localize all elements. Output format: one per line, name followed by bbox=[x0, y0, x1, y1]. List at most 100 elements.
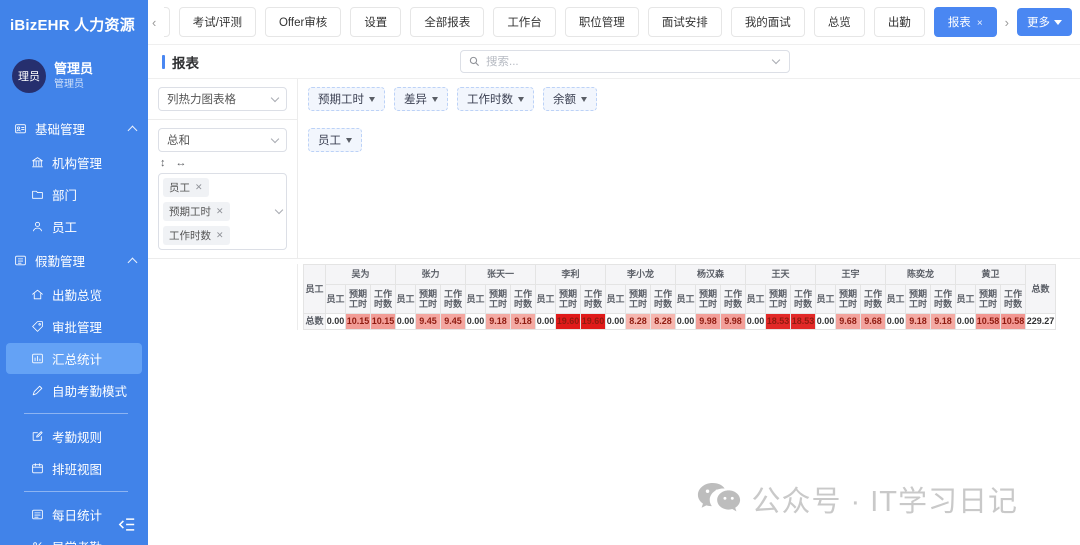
measure-header: 员工 bbox=[676, 285, 696, 313]
move-vertical-icon[interactable]: ↕ bbox=[160, 157, 166, 169]
sidebar-item-label: 每日统计 bbox=[52, 505, 102, 524]
tab-总览[interactable]: 总览 bbox=[814, 7, 865, 37]
heat-value-cell: 10.58 bbox=[976, 313, 1001, 329]
employee-header: 张力 bbox=[396, 265, 466, 285]
employee-header: 杨汉森 bbox=[676, 265, 746, 285]
chevron-down-icon bbox=[271, 93, 279, 101]
measure-header: 员工 bbox=[816, 285, 836, 313]
measure-header: 预期工时 bbox=[626, 285, 651, 313]
tab-考试/评测[interactable]: 考试/评测 bbox=[179, 7, 256, 37]
tab-面试安排[interactable]: 面试安排 bbox=[648, 7, 722, 37]
tabs-scroll-right-icon[interactable]: › bbox=[1003, 15, 1011, 30]
sidebar-group-0[interactable]: 基础管理 bbox=[0, 111, 148, 146]
more-tabs-label: 更多 bbox=[1027, 14, 1050, 30]
sidebar-group-1[interactable]: 假勤管理 bbox=[0, 243, 148, 278]
filter-pill-工作时数[interactable]: 工作时数 bbox=[457, 87, 534, 111]
tab-职位管理[interactable]: 职位管理 bbox=[565, 7, 639, 37]
heat-value-cell: 10.15 bbox=[346, 313, 371, 329]
chart-card-icon bbox=[31, 352, 44, 365]
tab-bar: ‹ 员筛选候选人明细我的面试考试/评测Offer审核设置全部报表工作台职位管理面… bbox=[148, 0, 1080, 45]
user-profile[interactable]: 理员 管理员 管理员 bbox=[0, 45, 148, 103]
report-builder: 列热力图表格 预期工时差异工作时数余额 总和 ↕ ↔ bbox=[148, 79, 1080, 330]
measure-header: 员工 bbox=[326, 285, 346, 313]
measure-header: 预期工时 bbox=[766, 285, 791, 313]
value-cell: 0.00 bbox=[746, 313, 766, 329]
employee-header: 黄卫 bbox=[956, 265, 1026, 285]
filter-pill-预期工时[interactable]: 预期工时 bbox=[308, 87, 385, 111]
value-cell: 0.00 bbox=[676, 313, 696, 329]
column-dimension-pill[interactable]: 员工 bbox=[308, 128, 362, 152]
remove-tag-icon[interactable]: ✕ bbox=[216, 206, 224, 217]
wechat-icon bbox=[697, 481, 741, 518]
measure-header: 员工 bbox=[746, 285, 766, 313]
sidebar-group-label: 假勤管理 bbox=[35, 251, 121, 270]
measure-tag-预期工时[interactable]: 预期工时✕ bbox=[163, 202, 230, 221]
search-input[interactable] bbox=[486, 56, 763, 68]
remove-tag-icon[interactable]: ✕ bbox=[216, 230, 224, 241]
filter-pill-差异[interactable]: 差异 bbox=[394, 87, 448, 111]
sidebar-collapse-button[interactable] bbox=[118, 517, 136, 537]
tabs-scroll-left-icon[interactable]: ‹ bbox=[150, 15, 158, 30]
selected-measures-box[interactable]: 员工✕ 预期工时✕ 工作时数✕ bbox=[158, 173, 287, 250]
measure-tag-员工[interactable]: 员工✕ bbox=[163, 178, 209, 197]
measure-tag-工作时数[interactable]: 工作时数✕ bbox=[163, 226, 230, 245]
remove-tag-icon[interactable]: ✕ bbox=[195, 182, 203, 193]
value-cell: 0.00 bbox=[606, 313, 626, 329]
watermark-text: 公众号 · IT学习日记 bbox=[751, 478, 1018, 520]
tab-出勤[interactable]: 出勤 bbox=[874, 7, 925, 37]
value-cell: 0.00 bbox=[816, 313, 836, 329]
left-panel-spacer bbox=[148, 264, 298, 330]
app-window: iBizEHR 人力资源 理员 管理员 管理员 基础管理机构管理部门员工假勤管理… bbox=[0, 0, 1080, 545]
sidebar-item-label: 审批管理 bbox=[52, 317, 102, 336]
sidebar-item-机构管理[interactable]: 机构管理 bbox=[6, 147, 142, 178]
sidebar-item-出勤总览[interactable]: 出勤总览 bbox=[6, 279, 142, 310]
measure-header: 预期工时 bbox=[346, 285, 371, 313]
measure-header: 预期工时 bbox=[696, 285, 721, 313]
sidebar-item-label: 部门 bbox=[52, 185, 77, 204]
tab-全部报表[interactable]: 全部报表 bbox=[410, 7, 484, 37]
filter-pill-余额[interactable]: 余额 bbox=[543, 87, 597, 111]
search-icon bbox=[469, 56, 480, 67]
sidebar-item-部门[interactable]: 部门 bbox=[6, 179, 142, 210]
sidebar-item-审批管理[interactable]: 审批管理 bbox=[6, 311, 142, 342]
tab-我的面试[interactable]: 我的面试 bbox=[164, 7, 169, 37]
chart-type-select[interactable]: 列热力图表格 bbox=[158, 87, 287, 111]
chart-type-panel: 列热力图表格 bbox=[148, 79, 298, 120]
value-cell: 0.00 bbox=[886, 313, 906, 329]
tab-设置[interactable]: 设置 bbox=[350, 7, 401, 37]
watermark: 公众号 · IT学习日记 bbox=[697, 478, 1018, 520]
heat-value-cell: 8.28 bbox=[626, 313, 651, 329]
caret-down-icon bbox=[518, 97, 524, 102]
sidebar-item-label: 机构管理 bbox=[52, 153, 102, 172]
move-horizontal-icon[interactable]: ↔ bbox=[176, 157, 187, 169]
heat-value-cell: 18.53 bbox=[791, 313, 816, 329]
aggregation-select[interactable]: 总和 bbox=[158, 128, 287, 152]
heat-value-cell: 10.58 bbox=[1001, 313, 1026, 329]
close-tab-icon[interactable]: × bbox=[977, 18, 983, 29]
heat-value-cell: 9.18 bbox=[931, 313, 956, 329]
tab-active-报表[interactable]: 报表× bbox=[934, 7, 997, 37]
tab-工作台[interactable]: 工作台 bbox=[493, 7, 556, 37]
sidebar-item-排班视图[interactable]: 排班视图 bbox=[6, 453, 142, 484]
tab-Offer审核[interactable]: Offer审核 bbox=[265, 7, 341, 37]
more-tabs-button[interactable]: 更多 bbox=[1017, 8, 1072, 36]
search-dropdown-toggle[interactable] bbox=[763, 51, 789, 72]
chevron-up-icon bbox=[128, 257, 138, 267]
value-cell: 0.00 bbox=[326, 313, 346, 329]
measure-pills-row: 预期工时差异工作时数余额 bbox=[298, 79, 1080, 120]
tab-我的面试[interactable]: 我的面试 bbox=[731, 7, 805, 37]
measure-header: 员工 bbox=[606, 285, 626, 313]
sidebar-item-员工[interactable]: 员工 bbox=[6, 211, 142, 242]
sidebar-menu: 基础管理机构管理部门员工假勤管理出勤总览审批管理汇总统计自助考勤模式考勤规则排班… bbox=[0, 111, 148, 545]
user-icon bbox=[31, 220, 44, 233]
tag-icon bbox=[31, 320, 44, 333]
aggregation-panel: 总和 ↕ ↔ 员工✕ 预期工时✕ 工作时数✕ bbox=[148, 120, 298, 258]
measure-header: 员工 bbox=[886, 285, 906, 313]
app-title: iBizEHR 人力资源 bbox=[0, 0, 148, 45]
sidebar-item-考勤规则[interactable]: 考勤规则 bbox=[6, 421, 142, 452]
sidebar-item-汇总统计[interactable]: 汇总统计 bbox=[6, 343, 142, 374]
measure-header: 工作时数 bbox=[581, 285, 606, 313]
employee-header: 李利 bbox=[536, 265, 606, 285]
sidebar-item-自助考勤模式[interactable]: 自助考勤模式 bbox=[6, 375, 142, 406]
page-header: 报表 bbox=[148, 45, 1080, 79]
